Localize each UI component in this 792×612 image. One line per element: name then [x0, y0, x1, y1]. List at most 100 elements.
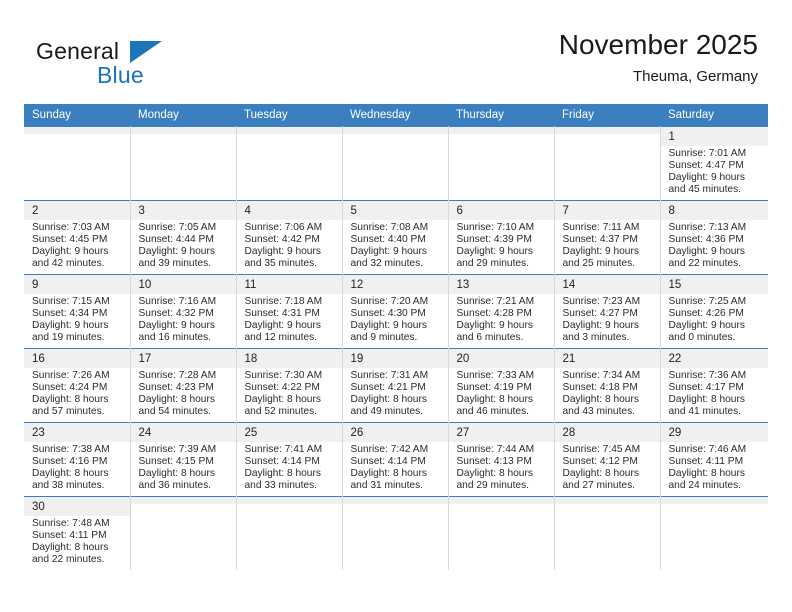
day-cell-27[interactable]: 27 Sunrise: 7:44 AM Sunset: 4:13 PM Dayl…: [448, 422, 555, 497]
daylight-text-line1: Daylight: 9 hours: [138, 320, 215, 332]
daylight-text-line2: and 22 minutes.: [32, 554, 105, 566]
day-number: 19: [342, 349, 448, 368]
weekday-header-friday: Friday: [554, 104, 660, 127]
daylight-text-line2: and 36 minutes.: [138, 480, 212, 492]
day-cell-15[interactable]: 15 Sunrise: 7:25 AM Sunset: 4:26 PM Dayl…: [660, 274, 769, 349]
day-cell-9[interactable]: 9 Sunrise: 7:15 AM Sunset: 4:34 PM Dayli…: [24, 274, 131, 349]
day-number: 22: [660, 349, 768, 368]
daylight-text-line1: Daylight: 9 hours: [244, 320, 321, 332]
day-cell-19[interactable]: 19 Sunrise: 7:31 AM Sunset: 4:21 PM Dayl…: [342, 348, 449, 423]
day-cell-12[interactable]: 12 Sunrise: 7:20 AM Sunset: 4:30 PM Dayl…: [342, 274, 449, 349]
daylight-text-line1: Daylight: 8 hours: [668, 468, 745, 480]
daylight-text-line2: and 38 minutes.: [32, 480, 105, 492]
day-cell-2[interactable]: 2 Sunrise: 7:03 AM Sunset: 4:45 PM Dayli…: [24, 200, 131, 275]
location-subtitle: Theuma, Germany: [632, 68, 758, 85]
day-cell-11[interactable]: 11 Sunrise: 7:18 AM Sunset: 4:31 PM Dayl…: [236, 274, 343, 349]
day-cell-16[interactable]: 16 Sunrise: 7:26 AM Sunset: 4:24 PM Dayl…: [24, 348, 131, 423]
daylight-text-line2: and 35 minutes.: [244, 258, 318, 270]
day-cell-26[interactable]: 26 Sunrise: 7:42 AM Sunset: 4:14 PM Dayl…: [342, 422, 449, 497]
sunset-text: Sunset: 4:47 PM: [668, 160, 744, 172]
day-cell-empty: [448, 496, 555, 570]
day-number: 16: [24, 349, 130, 368]
day-cell-23[interactable]: 23 Sunrise: 7:38 AM Sunset: 4:16 PM Dayl…: [24, 422, 131, 497]
weekday-header-saturday: Saturday: [660, 104, 768, 127]
weekday-header-tuesday: Tuesday: [236, 104, 342, 127]
daylight-text-line2: and 25 minutes.: [562, 258, 636, 270]
daylight-text-line2: and 49 minutes.: [350, 406, 424, 418]
day-details: Sunrise: 7:30 AM Sunset: 4:22 PM Dayligh…: [237, 368, 342, 418]
day-cell-10[interactable]: 10 Sunrise: 7:16 AM Sunset: 4:32 PM Dayl…: [130, 274, 237, 349]
sunset-text: Sunset: 4:26 PM: [668, 308, 744, 320]
day-cell-14[interactable]: 14 Sunrise: 7:23 AM Sunset: 4:27 PM Dayl…: [554, 274, 661, 349]
day-cell-13[interactable]: 13 Sunrise: 7:21 AM Sunset: 4:28 PM Dayl…: [448, 274, 555, 349]
sunrise-text: Sunrise: 7:46 AM: [668, 444, 747, 455]
sunrise-text: Sunrise: 7:45 AM: [562, 444, 641, 455]
day-cell-18[interactable]: 18 Sunrise: 7:30 AM Sunset: 4:22 PM Dayl…: [236, 348, 343, 423]
day-number: 9: [24, 275, 130, 294]
sunrise-text: Sunrise: 7:06 AM: [244, 222, 323, 233]
day-details: Sunrise: 7:21 AM Sunset: 4:28 PM Dayligh…: [449, 294, 554, 344]
day-cell-21[interactable]: 21 Sunrise: 7:34 AM Sunset: 4:18 PM Dayl…: [554, 348, 661, 423]
day-cell-22[interactable]: 22 Sunrise: 7:36 AM Sunset: 4:17 PM Dayl…: [660, 348, 768, 423]
page-header: General Blue November 2025 Theuma, Germa…: [24, 28, 768, 100]
day-cell-5[interactable]: 5 Sunrise: 7:08 AM Sunset: 4:40 PM Dayli…: [342, 200, 449, 275]
sunset-text: Sunset: 4:11 PM: [668, 456, 744, 468]
daylight-text-line1: Daylight: 8 hours: [562, 468, 639, 480]
day-details: Sunrise: 7:38 AM Sunset: 4:16 PM Dayligh…: [24, 442, 130, 492]
sunrise-text: Sunrise: 7:44 AM: [456, 444, 535, 455]
page-title: November 2025: [558, 29, 758, 60]
sunset-text: Sunset: 4:37 PM: [562, 234, 638, 246]
day-details: Sunrise: 7:20 AM Sunset: 4:30 PM Dayligh…: [343, 294, 448, 344]
sunset-text: Sunset: 4:22 PM: [244, 382, 320, 394]
day-cell-25[interactable]: 25 Sunrise: 7:41 AM Sunset: 4:14 PM Dayl…: [236, 422, 343, 497]
daylight-text-line1: Daylight: 9 hours: [668, 246, 745, 258]
sunrise-text: Sunrise: 7:21 AM: [456, 296, 535, 307]
daylight-text-line1: Daylight: 9 hours: [138, 246, 215, 258]
daylight-text-line1: Daylight: 8 hours: [138, 394, 215, 406]
day-number: 24: [130, 423, 236, 442]
day-cell-17[interactable]: 17 Sunrise: 7:28 AM Sunset: 4:23 PM Dayl…: [130, 348, 237, 423]
day-cell-28[interactable]: 28 Sunrise: 7:45 AM Sunset: 4:12 PM Dayl…: [554, 422, 661, 497]
day-cell-20[interactable]: 20 Sunrise: 7:33 AM Sunset: 4:19 PM Dayl…: [448, 348, 555, 423]
day-cell-3[interactable]: 3 Sunrise: 7:05 AM Sunset: 4:44 PM Dayli…: [130, 200, 237, 275]
daylight-text-line2: and 39 minutes.: [138, 258, 212, 270]
day-details: Sunrise: 7:18 AM Sunset: 4:31 PM Dayligh…: [237, 294, 342, 344]
sunrise-text: Sunrise: 7:25 AM: [668, 296, 747, 307]
day-number: [24, 127, 130, 134]
day-number: 17: [130, 349, 236, 368]
day-cell-empty: [554, 496, 661, 570]
weekday-header-row: Sunday Monday Tuesday Wednesday Thursday…: [24, 104, 768, 127]
day-cell-8[interactable]: 8 Sunrise: 7:13 AM Sunset: 4:36 PM Dayli…: [660, 200, 768, 275]
day-cell-empty: [342, 496, 449, 570]
daylight-text-line2: and 41 minutes.: [668, 406, 742, 418]
day-cell-1[interactable]: 1 Sunrise: 7:01 AM Sunset: 4:47 PM Dayli…: [660, 126, 768, 201]
day-cell-empty: [448, 126, 555, 201]
day-number: 30: [24, 497, 130, 516]
day-details: Sunrise: 7:16 AM Sunset: 4:32 PM Dayligh…: [131, 294, 236, 344]
daylight-text-line1: Daylight: 8 hours: [668, 394, 745, 406]
day-number: 25: [236, 423, 342, 442]
day-cell-6[interactable]: 6 Sunrise: 7:10 AM Sunset: 4:39 PM Dayli…: [448, 200, 555, 275]
day-cell-24[interactable]: 24 Sunrise: 7:39 AM Sunset: 4:15 PM Dayl…: [130, 422, 237, 497]
day-details: Sunrise: 7:11 AM Sunset: 4:37 PM Dayligh…: [555, 220, 660, 270]
day-cell-7[interactable]: 7 Sunrise: 7:11 AM Sunset: 4:37 PM Dayli…: [554, 200, 661, 275]
daylight-text-line1: Daylight: 8 hours: [244, 468, 321, 480]
sunset-text: Sunset: 4:32 PM: [138, 308, 214, 320]
day-details: Sunrise: 7:44 AM Sunset: 4:13 PM Dayligh…: [449, 442, 554, 492]
day-cell-empty: [236, 496, 343, 570]
day-number: [236, 127, 342, 134]
day-cell-29[interactable]: 29 Sunrise: 7:46 AM Sunset: 4:11 PM Dayl…: [660, 422, 768, 497]
daylight-text-line2: and 46 minutes.: [456, 406, 530, 418]
daylight-text-line2: and 31 minutes.: [350, 480, 424, 492]
sunrise-text: Sunrise: 7:30 AM: [244, 370, 323, 381]
sunset-text: Sunset: 4:45 PM: [32, 234, 108, 246]
month-calendar: Sunday Monday Tuesday Wednesday Thursday…: [24, 104, 768, 570]
day-cell-4[interactable]: 4 Sunrise: 7:06 AM Sunset: 4:42 PM Dayli…: [236, 200, 343, 275]
title-block: November 2025 Theuma, Germany: [559, 28, 758, 88]
daylight-text-line1: Daylight: 8 hours: [138, 468, 215, 480]
general-blue-logo[interactable]: General Blue: [36, 38, 256, 96]
day-details: Sunrise: 7:06 AM Sunset: 4:42 PM Dayligh…: [237, 220, 342, 270]
day-cell-30[interactable]: 30 Sunrise: 7:48 AM Sunset: 4:11 PM Dayl…: [24, 496, 131, 570]
day-details: Sunrise: 7:31 AM Sunset: 4:21 PM Dayligh…: [343, 368, 448, 418]
day-details: Sunrise: 7:25 AM Sunset: 4:26 PM Dayligh…: [661, 294, 769, 344]
